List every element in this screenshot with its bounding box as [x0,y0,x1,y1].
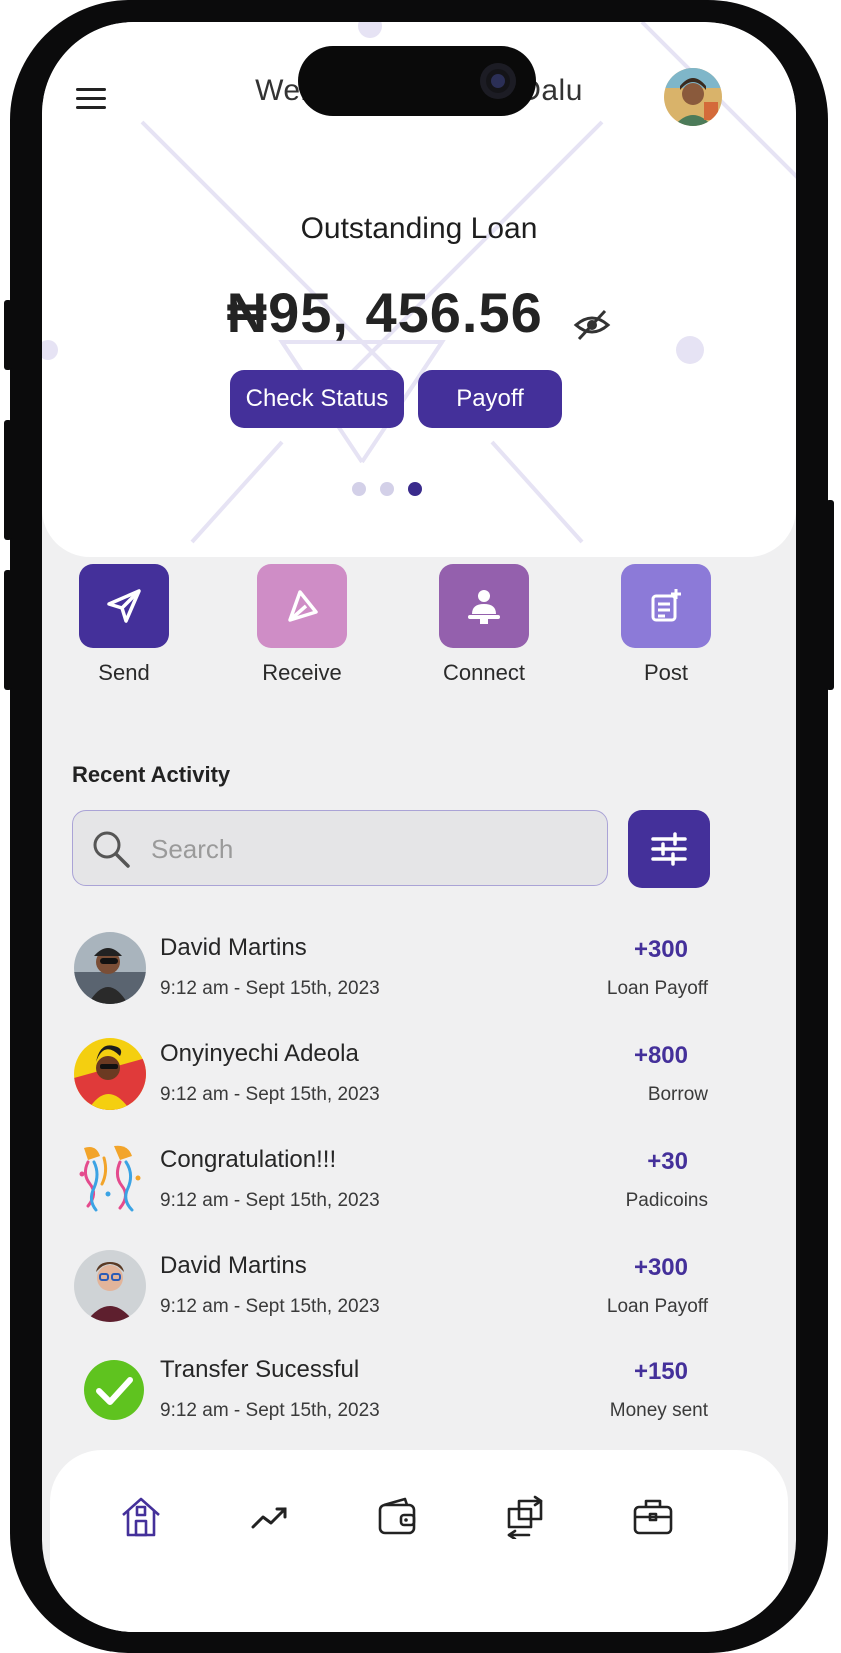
recent-activity-title: Recent Activity [72,762,231,787]
wallet-icon [378,1497,416,1535]
connect-label: Connect [443,660,525,685]
connect-icon[interactable] [439,564,529,648]
nav-briefcase[interactable] [628,1492,678,1542]
connect-action[interactable]: Connect [424,564,544,686]
hide-balance-icon[interactable] [573,292,611,341]
nav-transfer[interactable] [500,1492,550,1542]
activity-time: 9:12 am - Sept 15th, 2023 [160,1296,380,1317]
home-icon [122,1497,160,1537]
activity-name: Congratulation!!! [160,1146,337,1173]
trend-icon [251,1507,287,1529]
post-icon[interactable] [621,564,711,648]
receive-icon[interactable] [257,564,347,648]
activity-type: Loan Payoff [606,1296,708,1317]
activity-name: David Martins [160,1252,307,1279]
activity-amount: +300 [633,1254,688,1281]
woman-yellow-avatar [74,1038,146,1110]
post-label: Post [643,660,689,685]
transfer-icon [507,1495,543,1539]
activity-type: Money sent [609,1400,708,1421]
carousel-dot-active[interactable] [408,482,422,496]
activity-amount: +30 [647,1148,688,1175]
search-icon [93,831,130,868]
bottom-navigation [50,1450,788,1632]
profile-avatar[interactable] [664,68,722,126]
nav-home[interactable] [116,1492,166,1542]
nav-wallet[interactable] [372,1492,422,1542]
check-status-button[interactable]: Check Status [230,370,404,428]
man-glasses-avatar [74,1250,146,1322]
activity-amount: +800 [633,1042,688,1069]
activity-item[interactable]: David Martins 9:12 am - Sept 15th, 2023 … [72,1250,712,1334]
mute-switch [4,300,12,370]
activity-item[interactable]: David Martins 9:12 am - Sept 15th, 2023 … [72,932,712,1016]
activity-name: Onyinyechi Adeola [160,1040,359,1067]
loan-title: Outstanding Loan [300,212,538,245]
payoff-button[interactable]: Payoff [418,370,562,428]
sliders-icon [651,832,687,866]
activity-item[interactable]: Onyinyechi Adeola 9:12 am - Sept 15th, 2… [72,1038,712,1122]
power-button [826,500,834,690]
activity-time: 9:12 am - Sept 15th, 2023 [160,1190,380,1211]
loan-amount-value: ₦95, 456.56 [226,281,543,344]
send-icon[interactable] [79,564,169,648]
cyclist-avatar [74,932,146,1004]
activity-item[interactable]: Congratulation!!! 9:12 am - Sept 15th, 2… [72,1144,712,1228]
briefcase-icon [633,1499,673,1535]
receive-action[interactable]: Receive [242,564,362,686]
activity-type: Borrow [647,1084,708,1105]
receive-label: Receive [262,660,342,685]
app-screen: Welc Dalu Outstanding Loan ₦95, 456.56 C… [42,22,796,1632]
loan-amount: ₦95, 456.56 [42,280,796,345]
carousel-dot[interactable] [352,482,366,496]
activity-amount: +150 [633,1358,688,1385]
send-action[interactable]: Send [64,564,184,686]
activity-time: 9:12 am - Sept 15th, 2023 [160,978,380,999]
activity-type: Loan Payoff [606,978,708,999]
volume-down-button [4,570,12,690]
post-action[interactable]: Post [606,564,726,686]
activity-time: 9:12 am - Sept 15th, 2023 [160,1084,380,1105]
nav-trends[interactable] [244,1492,294,1542]
activity-name: Transfer Sucessful [160,1356,360,1383]
filter-button[interactable] [628,810,710,888]
activity-time: 9:12 am - Sept 15th, 2023 [160,1400,380,1421]
camera-icon [480,63,516,99]
check-circle-icon [82,1358,146,1422]
activity-type: Padicoins [625,1190,708,1211]
activity-name: David Martins [160,934,307,961]
send-label: Send [98,660,150,685]
search-input[interactable] [149,825,593,873]
activity-item[interactable]: Transfer Sucessful 9:12 am - Sept 15th, … [72,1354,712,1438]
search-bar[interactable] [72,810,608,886]
carousel-dot[interactable] [380,482,394,496]
dynamic-island [298,46,536,116]
confetti-icon [74,1144,146,1216]
volume-up-button [4,420,12,540]
activity-amount: +300 [633,936,688,963]
